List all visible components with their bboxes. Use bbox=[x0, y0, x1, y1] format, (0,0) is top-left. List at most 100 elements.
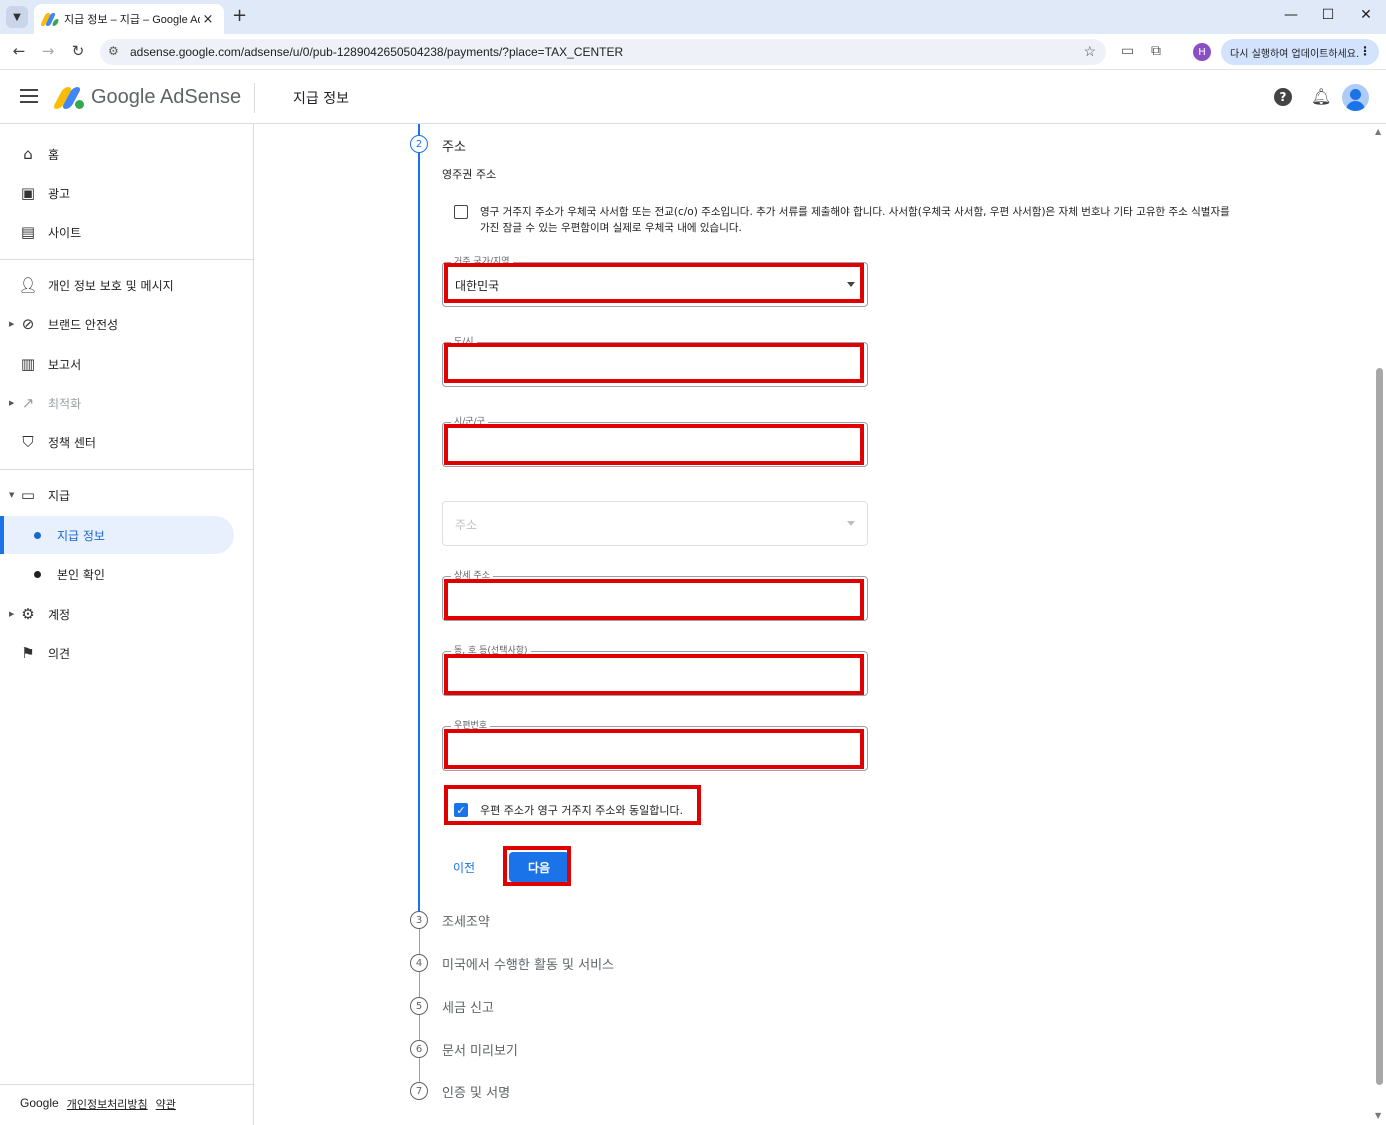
url-text: adsense.google.com/adsense/u/0/pub-12890… bbox=[130, 45, 624, 59]
sidebar-item-reports[interactable]: ▥ 보고서 bbox=[0, 346, 254, 382]
sidebar-subitem-label: 지급 정보 bbox=[57, 528, 105, 543]
page-title: 지급 정보 bbox=[293, 91, 349, 107]
step-number: 6 bbox=[410, 1040, 428, 1058]
dropdown-arrow-icon bbox=[847, 282, 855, 287]
browser-toolbar: ← → ↻ ⚙ adsense.google.com/adsense/u/0/p… bbox=[0, 34, 1386, 70]
profile-avatar[interactable]: H bbox=[1193, 43, 1211, 61]
sidebar-item-policy-center[interactable]: ⛉ 정책 센터 bbox=[0, 424, 254, 460]
step-title[interactable]: 세금 신고 bbox=[442, 997, 494, 1016]
home-icon: ⌂ bbox=[23, 145, 33, 163]
footer-brand: Google bbox=[20, 1096, 59, 1110]
step-title[interactable]: 조세조약 bbox=[442, 911, 490, 930]
tab-search-icon[interactable]: ▼ bbox=[6, 6, 28, 28]
sidebar-item-label: 지급 bbox=[48, 488, 71, 503]
sidebar-footer: Google 개인정보처리방침 약관 bbox=[20, 1096, 176, 1112]
next-button[interactable]: 다음 bbox=[509, 852, 569, 882]
help-icon[interactable]: ? bbox=[1274, 88, 1292, 106]
city-field[interactable]: 도/시 bbox=[442, 336, 868, 387]
sidebar-item-label: 브랜드 안전성 bbox=[48, 317, 119, 332]
reload-icon[interactable]: ↻ bbox=[68, 42, 88, 60]
notifications-bell-icon[interactable]: 🔔︎ bbox=[1311, 87, 1331, 106]
sidebar-item-payments[interactable]: ▼ ▭ 지급 bbox=[0, 477, 254, 513]
policy-icon: ⛉ bbox=[22, 433, 34, 451]
scroll-up-arrow-icon[interactable]: ▲ bbox=[1375, 127, 1381, 136]
account-avatar[interactable] bbox=[1342, 84, 1369, 111]
tab-title: 지급 정보 – 지급 – Google Ad bbox=[64, 14, 200, 26]
bookmark-star-icon[interactable]: ☆ bbox=[1083, 43, 1096, 60]
unit-field[interactable]: 동, 호 등(선택사항) bbox=[442, 645, 868, 696]
gear-icon: ⚙ bbox=[21, 605, 35, 623]
terms-link[interactable]: 약관 bbox=[156, 1096, 176, 1112]
sidebar-footer-divider bbox=[0, 1084, 254, 1085]
new-tab-icon[interactable]: + bbox=[232, 7, 247, 25]
sidebar-item-sites[interactable]: ▤ 사이트 bbox=[0, 214, 254, 250]
sidebar-item-brand-safety[interactable]: ▶ ⊘ 브랜드 안전성 bbox=[0, 306, 254, 342]
privacy-policy-link[interactable]: 개인정보처리방침 bbox=[67, 1096, 148, 1112]
scroll-down-arrow-icon[interactable]: ▼ bbox=[1375, 1111, 1381, 1120]
scrollbar-thumb[interactable] bbox=[1376, 368, 1383, 1085]
postal-code-label: 우편번호 bbox=[451, 720, 491, 732]
district-label: 시/군/구 bbox=[451, 416, 488, 428]
header-divider bbox=[254, 83, 255, 113]
address-select[interactable]: 주소 bbox=[442, 501, 868, 546]
detail-address-field[interactable]: 상세 주소 bbox=[442, 570, 868, 621]
country-select[interactable]: 거주 국가/지역 대한민국 bbox=[442, 256, 868, 307]
stepper-line-active bbox=[418, 124, 420, 914]
back-icon[interactable]: ← bbox=[9, 42, 29, 60]
forward-icon[interactable]: → bbox=[38, 42, 58, 60]
country-label: 거주 국가/지역 bbox=[451, 256, 513, 268]
po-box-checkbox-row[interactable]: 영구 거주지 주소가 우체국 사서함 또는 전교(c/o) 주소입니다. 추가 … bbox=[454, 204, 1234, 236]
sidebar-subitem-verification[interactable]: 본인 확인 bbox=[0, 555, 234, 593]
same-address-checkbox[interactable]: ✓ bbox=[454, 803, 468, 817]
sidebar-item-label: 최적화 bbox=[48, 396, 82, 411]
update-button[interactable]: 다시 실행하여 업데이트하세요. ⋮ bbox=[1221, 39, 1379, 65]
window-close-icon[interactable]: ✕ bbox=[1356, 7, 1376, 23]
step-title[interactable]: 미국에서 수행한 활동 및 서비스 bbox=[442, 954, 614, 973]
site-info-icon[interactable]: ⚙ bbox=[108, 44, 119, 58]
sidebar-item-label: 홈 bbox=[48, 147, 60, 162]
sidebar-item-home[interactable]: ⌂ 홈 bbox=[0, 136, 254, 172]
section-title: 영주권 주소 bbox=[442, 168, 497, 181]
main-content: 2 주소 영주권 주소 영구 거주지 주소가 우체국 사서함 또는 전교(c/o… bbox=[255, 124, 1373, 1125]
sidebar: ⌂ 홈 ▣ 광고 ▤ 사이트 👤︎ 개인 정보 보호 및 메시지 ▶ ⊘ 브랜드… bbox=[0, 124, 254, 1125]
maximize-icon[interactable]: ☐ bbox=[1318, 7, 1338, 23]
same-address-label: 우편 주소가 영구 거주지 주소와 동일합니다. bbox=[480, 804, 684, 817]
step-title[interactable]: 인증 및 서명 bbox=[442, 1082, 510, 1101]
tab-close-icon[interactable]: × bbox=[200, 12, 216, 27]
more-menu-icon[interactable]: ⋮ bbox=[1359, 44, 1371, 58]
privacy-icon: 👤︎ bbox=[18, 276, 38, 294]
minimize-icon[interactable]: — bbox=[1281, 7, 1301, 23]
sidebar-subitem-payment-info[interactable]: 지급 정보 bbox=[0, 516, 234, 554]
address-bar[interactable]: ⚙ adsense.google.com/adsense/u/0/pub-128… bbox=[100, 39, 1106, 65]
step-number: 7 bbox=[410, 1082, 428, 1100]
sidebar-item-account[interactable]: ▶ ⚙ 계정 bbox=[0, 596, 254, 632]
browser-tab-bar: ▼ 지급 정보 – 지급 – Google Ad × + — ☐ ✕ bbox=[0, 0, 1386, 34]
sites-icon: ▤ bbox=[20, 223, 36, 241]
sidebar-item-privacy[interactable]: 👤︎ 개인 정보 보호 및 메시지 bbox=[0, 267, 254, 303]
sidebar-divider bbox=[0, 469, 254, 470]
expand-caret-icon: ▶ bbox=[9, 320, 15, 328]
step-title-active[interactable]: 주소 bbox=[442, 136, 466, 155]
sidebar-item-label: 개인 정보 보호 및 메시지 bbox=[48, 278, 174, 293]
adsense-favicon-icon bbox=[39, 12, 60, 26]
report-icon: ▥ bbox=[20, 355, 36, 373]
district-field[interactable]: 시/군/구 bbox=[442, 416, 868, 467]
expand-caret-icon: ▶ bbox=[9, 610, 15, 618]
step-title[interactable]: 문서 미리보기 bbox=[442, 1040, 518, 1059]
expand-caret-icon: ▶ bbox=[9, 399, 15, 407]
browser-tab[interactable]: 지급 정보 – 지급 – Google Ad × bbox=[34, 4, 224, 34]
po-box-checkbox[interactable] bbox=[454, 205, 468, 219]
cast-icon[interactable]: ▭ bbox=[1121, 43, 1134, 59]
sidebar-item-optimization[interactable]: ▶ ↗ 최적화 bbox=[0, 385, 254, 421]
previous-button[interactable]: 이전 bbox=[453, 859, 475, 876]
extensions-icon[interactable]: ⧉ bbox=[1151, 43, 1161, 59]
sidebar-item-feedback[interactable]: ⚑ 의견 bbox=[0, 635, 254, 671]
step-number: 5 bbox=[410, 997, 428, 1015]
step-number: 2 bbox=[410, 135, 428, 153]
postal-code-field[interactable]: 우편번호 bbox=[442, 720, 868, 771]
unit-label: 동, 호 등(선택사항) bbox=[451, 645, 531, 657]
same-address-checkbox-row[interactable]: ✓ 우편 주소가 영구 거주지 주소와 동일합니다. bbox=[454, 802, 683, 818]
sidebar-item-ads[interactable]: ▣ 광고 bbox=[0, 175, 254, 211]
step-number: 4 bbox=[410, 954, 428, 972]
menu-icon[interactable] bbox=[20, 89, 38, 103]
